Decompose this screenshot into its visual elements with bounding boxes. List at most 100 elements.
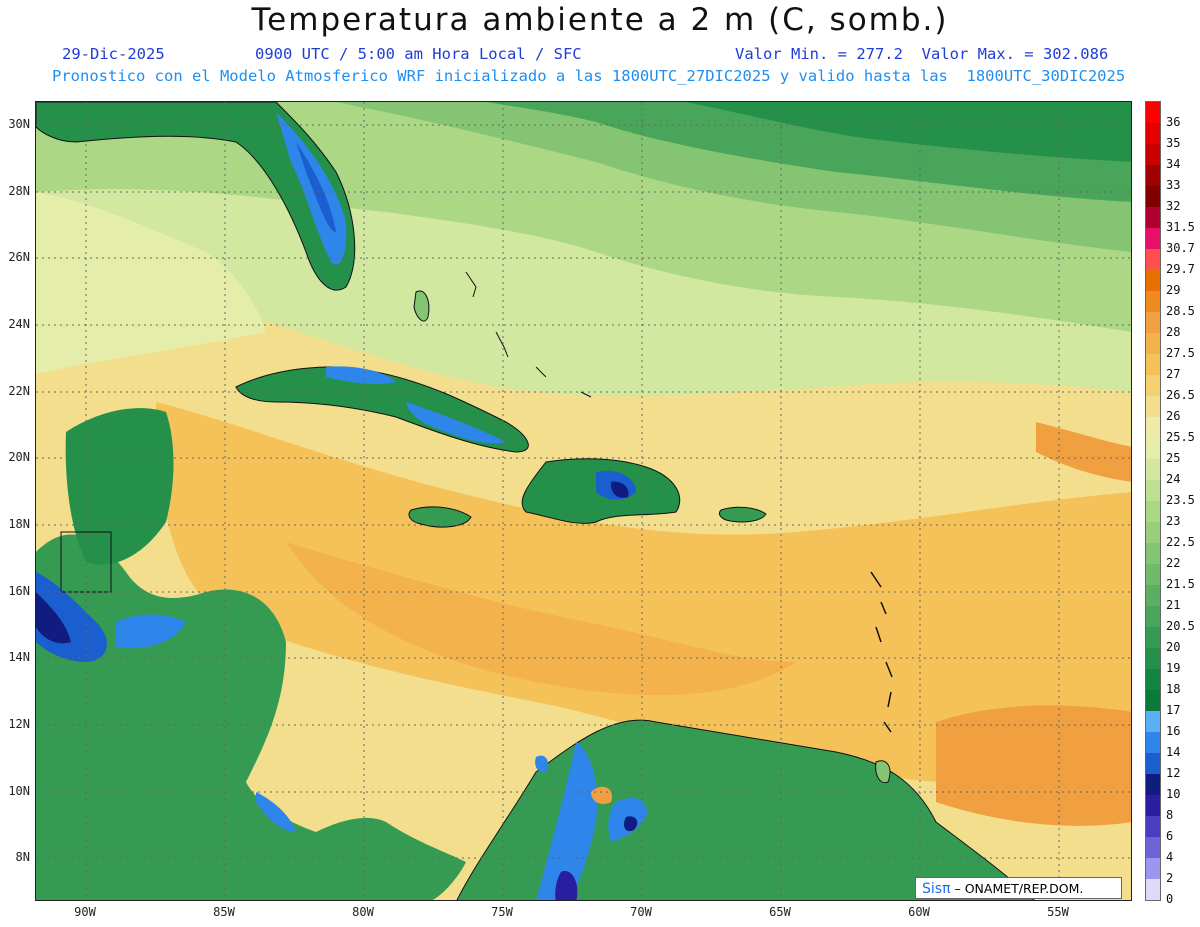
legend-swatch — [1146, 585, 1160, 606]
legend-label: 20 — [1166, 639, 1181, 654]
lon-label: 65W — [769, 905, 791, 919]
legend-swatch — [1146, 270, 1160, 291]
legend-swatch — [1146, 648, 1160, 669]
legend-label: 27 — [1166, 366, 1181, 381]
lat-label: 12N — [8, 717, 30, 731]
legend-swatch — [1146, 228, 1160, 249]
legend-label: 35 — [1166, 135, 1181, 150]
lat-label: 16N — [8, 584, 30, 598]
legend-swatch — [1146, 375, 1160, 396]
legend-label: 20.5 — [1166, 618, 1195, 633]
legend-swatch — [1146, 858, 1160, 879]
legend-swatch — [1146, 795, 1160, 816]
legend-swatch — [1146, 627, 1160, 648]
legend-label: 26 — [1166, 408, 1181, 423]
sispi-logo: Sisπ — [922, 881, 951, 897]
legend-swatch — [1146, 480, 1160, 501]
lat-label: 22N — [8, 384, 30, 398]
legend-swatch — [1146, 690, 1160, 711]
legend-label: 25.5 — [1166, 429, 1195, 444]
legend-label: 24 — [1166, 471, 1181, 486]
legend-swatch — [1146, 837, 1160, 858]
lon-label: 60W — [908, 905, 930, 919]
credit-box: Sisπ – ONAMET/REP.DOM. — [915, 877, 1122, 899]
legend-label: 14 — [1166, 744, 1181, 759]
legend-swatch — [1146, 396, 1160, 417]
legend-label: 0 — [1166, 891, 1174, 906]
lat-label: 26N — [8, 250, 30, 264]
legend-swatch — [1146, 501, 1160, 522]
legend-swatch — [1146, 186, 1160, 207]
legend-label: 26.5 — [1166, 387, 1195, 402]
legend-label: 21 — [1166, 597, 1181, 612]
legend-label: 29 — [1166, 282, 1181, 297]
legend-swatch — [1146, 459, 1160, 480]
lon-label: 90W — [74, 905, 96, 919]
lat-label: 28N — [8, 184, 30, 198]
legend-label: 33 — [1166, 177, 1181, 192]
credit-org: – ONAMET/REP.DOM. — [954, 881, 1084, 896]
legend-label: 4 — [1166, 849, 1174, 864]
legend-swatch — [1146, 249, 1160, 270]
legend-label: 18 — [1166, 681, 1181, 696]
legend-swatch — [1146, 753, 1160, 774]
color-legend — [1145, 101, 1161, 901]
legend-swatch — [1146, 606, 1160, 627]
lat-label: 24N — [8, 317, 30, 331]
legend-label: 16 — [1166, 723, 1181, 738]
legend-label: 10 — [1166, 786, 1181, 801]
lat-label: 10N — [8, 784, 30, 798]
legend-swatch — [1146, 669, 1160, 690]
legend-swatch — [1146, 543, 1160, 564]
lat-label: 14N — [8, 650, 30, 664]
lon-label: 85W — [213, 905, 235, 919]
legend-label: 8 — [1166, 807, 1174, 822]
legend-label: 19 — [1166, 660, 1181, 675]
legend-label: 29.7 — [1166, 261, 1195, 276]
lat-label: 20N — [8, 450, 30, 464]
legend-label: 22.5 — [1166, 534, 1195, 549]
legend-swatch — [1146, 333, 1160, 354]
legend-label: 31.5 — [1166, 219, 1195, 234]
legend-label: 21.5 — [1166, 576, 1195, 591]
lon-label: 75W — [491, 905, 513, 919]
valid-time: 0900 UTC / 5:00 am Hora Local / SFC — [255, 45, 582, 63]
legend-label: 23 — [1166, 513, 1181, 528]
legend-swatch — [1146, 165, 1160, 186]
forecast-date: 29-Dic-2025 — [62, 45, 165, 63]
legend-swatch — [1146, 144, 1160, 165]
lon-label: 70W — [630, 905, 652, 919]
legend-swatch — [1146, 354, 1160, 375]
legend-swatch — [1146, 312, 1160, 333]
lon-label: 80W — [352, 905, 374, 919]
map-title: Temperatura ambiente a 2 m (C, somb.) — [251, 2, 949, 38]
legend-swatch — [1146, 879, 1160, 900]
legend-label: 22 — [1166, 555, 1181, 570]
lat-label: 18N — [8, 517, 30, 531]
legend-swatch — [1146, 732, 1160, 753]
lon-label: 55W — [1047, 905, 1069, 919]
legend-swatch — [1146, 123, 1160, 144]
legend-swatch — [1146, 774, 1160, 795]
legend-swatch — [1146, 438, 1160, 459]
legend-label: 28.5 — [1166, 303, 1195, 318]
legend-label: 32 — [1166, 198, 1181, 213]
legend-label: 2 — [1166, 870, 1174, 885]
legend-label: 23.5 — [1166, 492, 1195, 507]
legend-label: 28 — [1166, 324, 1181, 339]
legend-swatch — [1146, 417, 1160, 438]
legend-swatch — [1146, 816, 1160, 837]
legend-swatch — [1146, 564, 1160, 585]
model-info: Pronostico con el Modelo Atmosferico WRF… — [52, 67, 1126, 85]
legend-swatch — [1146, 522, 1160, 543]
legend-swatch — [1146, 207, 1160, 228]
legend-swatch — [1146, 711, 1160, 732]
legend-label: 25 — [1166, 450, 1181, 465]
legend-label: 27.5 — [1166, 345, 1195, 360]
legend-label: 30.7 — [1166, 240, 1195, 255]
lat-label: 30N — [8, 117, 30, 131]
temperature-map — [35, 101, 1132, 901]
legend-label: 36 — [1166, 114, 1181, 129]
legend-label: 17 — [1166, 702, 1181, 717]
legend-label: 6 — [1166, 828, 1174, 843]
